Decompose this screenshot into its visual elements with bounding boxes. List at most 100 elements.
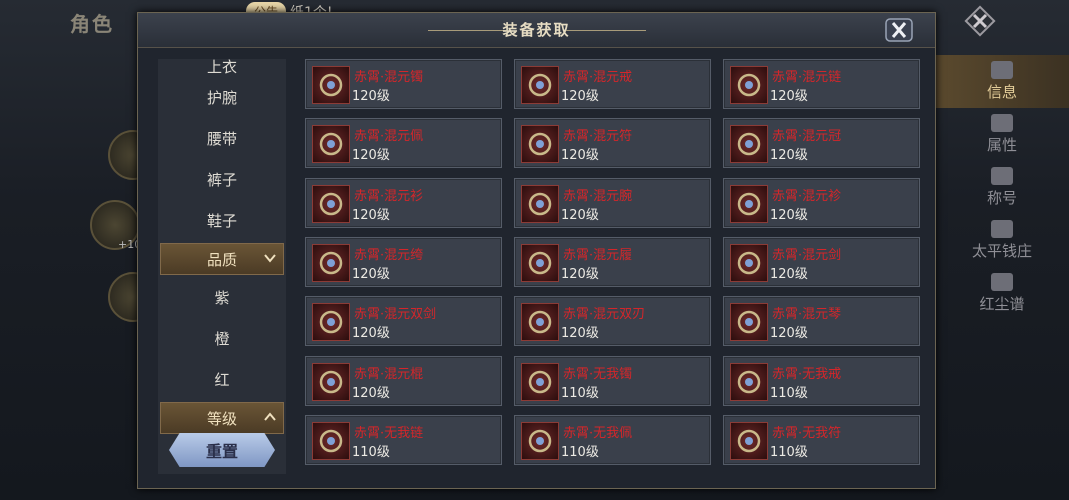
chevron-down-icon bbox=[264, 254, 276, 263]
equipment-name: 赤霄·混元剑 bbox=[772, 247, 842, 263]
close-panel-icon[interactable] bbox=[963, 4, 997, 38]
header-ornament bbox=[566, 30, 646, 31]
equipment-level: 120级 bbox=[770, 326, 808, 342]
tab-red-dust[interactable]: 红尘谱 bbox=[935, 267, 1069, 320]
equipment-card[interactable]: 赤霄·混元剑 120级 bbox=[723, 236, 920, 287]
close-icon[interactable] bbox=[884, 17, 914, 43]
equipment-card[interactable]: 赤霄·无我佩 110级 bbox=[514, 414, 711, 465]
zither-icon bbox=[730, 303, 768, 342]
equipment-card[interactable]: 赤霄·混元双刃 120级 bbox=[514, 296, 711, 347]
equipment-level: 120级 bbox=[770, 148, 808, 164]
equipment-card[interactable]: 赤霄·混元符 120级 bbox=[514, 118, 711, 169]
filter-item-shoes[interactable]: 鞋子 bbox=[158, 200, 286, 241]
titles-tab-icon bbox=[991, 167, 1013, 185]
equipment-level: 110级 bbox=[770, 385, 808, 401]
level-filter-header[interactable]: 等级 bbox=[160, 402, 284, 434]
equipment-name: 赤霄·混元链 bbox=[772, 70, 842, 85]
equipment-level: 120级 bbox=[352, 326, 390, 342]
pendant-icon bbox=[312, 125, 350, 164]
filter-quality-red[interactable]: 红 bbox=[158, 359, 286, 400]
equipment-card[interactable]: 赤霄·混元履 120级 bbox=[514, 236, 711, 287]
equipment-name: 赤霄·无我链 bbox=[354, 425, 424, 441]
equipment-name: 赤霄·混元袗 bbox=[772, 188, 842, 204]
chain-icon bbox=[312, 421, 350, 460]
equipment-name: 赤霄·混元琴 bbox=[772, 307, 842, 323]
equipment-card[interactable]: 赤霄·混元衫 120级 bbox=[305, 177, 502, 228]
equipment-card[interactable]: 赤霄·无我镯 110级 bbox=[514, 355, 711, 406]
red-dust-tab-icon bbox=[991, 273, 1013, 291]
dblade-icon bbox=[521, 303, 559, 342]
chevron-up-icon bbox=[264, 412, 276, 421]
equipment-level: 120级 bbox=[770, 207, 808, 223]
equipment-name: 赤霄·混元衫 bbox=[354, 188, 424, 204]
equipment-level: 120级 bbox=[561, 148, 599, 164]
equipment-card[interactable]: 赤霄·混元琴 120级 bbox=[723, 296, 920, 347]
equipment-name: 赤霄·混元戒 bbox=[563, 70, 633, 85]
equipment-name: 赤霄·混元双剑 bbox=[354, 307, 437, 323]
equipment-card[interactable]: 赤霄·混元绔 120级 bbox=[305, 236, 502, 287]
ring-icon bbox=[521, 66, 559, 104]
dialog-title: 装备获取 bbox=[502, 21, 571, 39]
robe-icon bbox=[312, 184, 350, 223]
tab-titles[interactable]: 称号 bbox=[935, 161, 1069, 214]
equipment-card[interactable]: 赤霄·混元镯 120级 bbox=[305, 59, 502, 109]
dsword-icon bbox=[312, 303, 350, 342]
tab-info[interactable]: 信息 bbox=[935, 55, 1069, 108]
equipment-name: 赤霄·无我戒 bbox=[772, 366, 842, 382]
equipment-card[interactable]: 赤霄·混元冠 120级 bbox=[723, 118, 920, 169]
level-header-label: 等级 bbox=[206, 409, 237, 428]
boots-icon bbox=[521, 243, 559, 282]
tab-attributes[interactable]: 属性 bbox=[935, 108, 1069, 161]
attributes-tab-icon bbox=[991, 114, 1013, 132]
quality-filter-header[interactable]: 品质 bbox=[160, 243, 284, 275]
ring-icon bbox=[521, 362, 559, 401]
filter-quality-orange[interactable]: 橙 bbox=[158, 318, 286, 359]
equipment-card[interactable]: 赤霄·无我戒 110级 bbox=[723, 355, 920, 406]
equipment-level: 120级 bbox=[770, 89, 808, 104]
tab-label: 信息 bbox=[986, 83, 1017, 101]
equipment-name: 赤霄·混元符 bbox=[563, 129, 633, 145]
helm-icon bbox=[730, 125, 768, 164]
equipment-name: 赤霄·混元腕 bbox=[563, 188, 633, 204]
equipment-card[interactable]: 赤霄·混元袗 120级 bbox=[723, 177, 920, 228]
pendant-icon bbox=[521, 421, 559, 460]
info-tab-icon bbox=[991, 61, 1013, 79]
tab-bank[interactable]: 太平钱庄 bbox=[935, 214, 1069, 267]
equipment-name: 赤霄·混元镯 bbox=[354, 70, 424, 85]
equipment-name: 赤霄·混元绔 bbox=[354, 247, 424, 263]
equipment-card[interactable]: 赤霄·混元双剑 120级 bbox=[305, 296, 502, 347]
equipment-card[interactable]: 赤霄·混元棍 120级 bbox=[305, 355, 502, 406]
filter-item-pants[interactable]: 裤子 bbox=[158, 159, 286, 200]
equipment-card[interactable]: 赤霄·无我链 110级 bbox=[305, 414, 502, 465]
equipment-name: 赤霄·无我镯 bbox=[563, 366, 633, 382]
equipment-card[interactable]: 赤霄·无我符 110级 bbox=[723, 414, 920, 465]
equipment-card[interactable]: 赤霄·混元戒 120级 bbox=[514, 59, 711, 109]
equipment-card[interactable]: 赤霄·混元佩 120级 bbox=[305, 118, 502, 169]
equipment-card[interactable]: 赤霄·混元腕 120级 bbox=[514, 177, 711, 228]
equipment-acquire-dialog: 装备获取 上衣 护腕 腰带 裤子 鞋子 品质 紫 橙 红 等级 重置 赤霄·混元… bbox=[137, 12, 936, 489]
equipment-level: 120级 bbox=[352, 385, 390, 401]
equipment-level: 120级 bbox=[352, 207, 390, 223]
bank-tab-icon bbox=[991, 220, 1013, 238]
equipment-level: 110级 bbox=[561, 385, 599, 401]
filter-item-belt[interactable]: 腰带 bbox=[158, 118, 286, 159]
tab-label: 称号 bbox=[986, 189, 1017, 207]
equipment-card[interactable]: 赤霄·混元链 120级 bbox=[723, 59, 920, 109]
reset-button[interactable]: 重置 bbox=[169, 433, 275, 467]
dialog-header: 装备获取 bbox=[138, 13, 935, 48]
staff-icon bbox=[312, 362, 350, 401]
equipment-level: 120级 bbox=[561, 326, 599, 342]
equipment-level: 120级 bbox=[561, 266, 599, 282]
filter-item-top[interactable]: 上衣 bbox=[158, 59, 286, 77]
quality-header-label: 品质 bbox=[206, 250, 237, 269]
equipment-level: 110级 bbox=[770, 444, 808, 460]
equipment-name: 赤霄·无我符 bbox=[772, 425, 842, 441]
filter-quality-purple[interactable]: 紫 bbox=[158, 277, 286, 318]
talisman-icon bbox=[521, 125, 559, 164]
tab-label: 属性 bbox=[986, 136, 1017, 154]
filter-item-bracer[interactable]: 护腕 bbox=[158, 77, 286, 118]
equipment-name: 赤霄·混元棍 bbox=[354, 366, 424, 382]
chain-icon bbox=[730, 66, 768, 104]
ring-icon bbox=[730, 362, 768, 401]
sword-icon bbox=[730, 243, 768, 282]
